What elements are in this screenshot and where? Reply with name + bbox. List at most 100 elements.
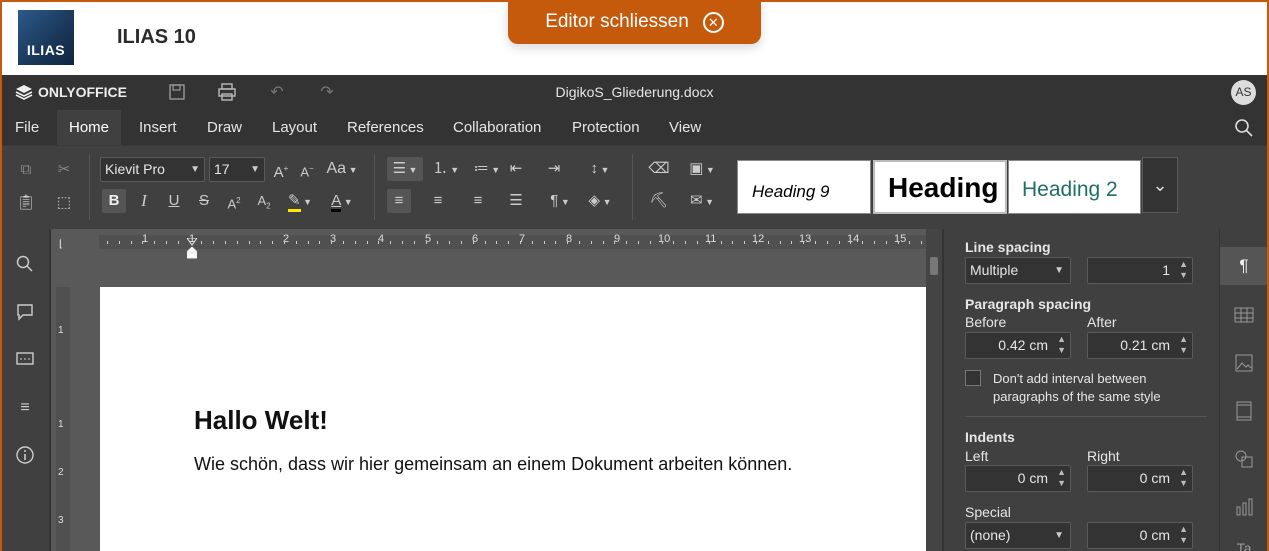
tab-view[interactable]: View — [657, 110, 713, 145]
highlight-color-icon[interactable]: ✎ ▼ — [282, 189, 318, 213]
document-page[interactable]: Hallo Welt! Wie schön, dass wir hier gem… — [100, 287, 928, 551]
mail-merge-icon[interactable]: ✉ ▼ — [684, 189, 720, 213]
superscript-icon[interactable]: A2 — [222, 189, 246, 213]
font-name-select[interactable]: Kievit Pro ▼ — [100, 157, 205, 182]
line-spacing-mode-select[interactable]: Multiple ▼ — [965, 257, 1071, 284]
underline-icon[interactable]: U — [162, 189, 186, 213]
tab-stop-icon[interactable]: ⌊ — [59, 239, 63, 250]
image-settings-icon[interactable] — [1220, 343, 1268, 381]
info-icon[interactable] — [14, 445, 36, 467]
document-paragraph[interactable]: Wie schön, dass wir hier gemeinsam an ei… — [194, 454, 792, 475]
cut-icon[interactable]: ✂ — [52, 158, 76, 182]
search-icon[interactable] — [14, 255, 36, 277]
nonprinting-characters-icon[interactable]: ¶ ▼ — [542, 189, 578, 213]
styles-expand-button[interactable]: ⌄ — [1142, 157, 1178, 213]
left-indent-marker[interactable] — [185, 246, 199, 259]
vertical-scrollbar[interactable] — [926, 229, 942, 551]
indent-right-input[interactable]: 0 cm ▲ ▼ — [1087, 465, 1193, 492]
search-icon[interactable] — [1234, 118, 1254, 138]
style-heading-9[interactable]: Heading 9 — [737, 160, 871, 214]
style-heading-2[interactable]: Heading 2 — [1008, 160, 1141, 214]
paragraph-settings-icon[interactable]: ¶ — [1220, 247, 1268, 285]
ruler-tick — [284, 241, 285, 244]
copy-icon[interactable]: ⧉ — [14, 158, 38, 182]
numbered-list-icon[interactable]: ⒈ ▼ — [428, 157, 464, 181]
paste-icon[interactable]: 📋︎ — [14, 191, 38, 215]
horizontal-ruler[interactable]: ⌊ 1 1 2 3 4 5 6 7 8 9 10 11 12 13 14 15 — [51, 229, 942, 259]
chevron-down-icon: ▼ — [1054, 530, 1064, 541]
bold-icon[interactable]: B — [102, 189, 126, 213]
bullet-list-icon[interactable]: ☰ ▼ — [387, 157, 423, 181]
ruler-tick — [874, 241, 875, 244]
vertical-ruler[interactable]: 1 1 2 3 — [51, 287, 80, 551]
strikethrough-icon[interactable]: S — [192, 189, 216, 213]
select-all-icon[interactable]: ⬚ — [52, 191, 76, 215]
first-line-indent-marker[interactable] — [186, 233, 198, 246]
chart-settings-icon[interactable] — [1220, 487, 1268, 525]
subscript-icon[interactable]: A2 — [252, 189, 276, 213]
change-case-icon[interactable]: Aa ▼ — [324, 157, 360, 181]
navigation-icon[interactable]: ≡ — [14, 397, 36, 419]
clear-style-icon[interactable]: ⌫ — [647, 157, 671, 181]
spinner-icon[interactable]: ▲ ▼ — [1057, 334, 1066, 356]
spacing-after-input[interactable]: 0.21 cm ▲ ▼ — [1087, 332, 1193, 359]
align-left-icon[interactable]: ≡ — [387, 189, 411, 213]
font-color-icon[interactable]: A ▼ — [324, 189, 360, 213]
line-spacing-value-input[interactable]: 1 ▲ ▼ — [1087, 257, 1193, 284]
tab-references[interactable]: References — [335, 110, 436, 145]
spinner-icon[interactable]: ▲ ▼ — [1179, 467, 1188, 489]
align-center-icon[interactable]: ≡ — [426, 189, 450, 213]
color-scheme-icon[interactable]: ▣ ▼ — [684, 157, 720, 181]
tab-collaboration[interactable]: Collaboration — [441, 110, 553, 145]
ruler-tick — [355, 241, 356, 244]
special-indent-value-input[interactable]: 0 cm ▲ ▼ — [1087, 522, 1193, 549]
ruler-tick — [638, 241, 639, 244]
ruler-tick — [709, 241, 710, 244]
onlyoffice-editor: ONLYOFFICE ↶ ↷ DigikoS_Gliederung.docx A… — [2, 75, 1268, 551]
ruler-number: 11 — [705, 233, 717, 245]
copy-style-icon[interactable]: ⛏ — [647, 189, 671, 213]
spinner-icon[interactable]: ▲ ▼ — [1179, 524, 1188, 546]
align-right-icon[interactable]: ≡ — [466, 189, 490, 213]
increase-indent-icon[interactable]: ⇥ — [542, 157, 566, 181]
line-spacing-icon[interactable]: ↕ ▼ — [582, 157, 618, 181]
ilias-logo[interactable]: ILIAS — [18, 10, 74, 65]
multilevel-list-icon[interactable]: ≔ ▼ — [469, 157, 505, 181]
ruler-tick — [591, 241, 592, 244]
no-interval-checkbox[interactable] — [965, 370, 981, 386]
decrease-font-icon[interactable]: A− — [295, 157, 319, 181]
decrease-indent-icon[interactable]: ⇤ — [504, 157, 528, 181]
document-heading[interactable]: Hallo Welt! — [194, 405, 328, 436]
indent-left-input[interactable]: 0 cm ▲ ▼ — [965, 465, 1071, 492]
close-editor-button[interactable]: Editor schliessen ✕ — [508, 0, 761, 44]
ilias-title: ILIAS 10 — [117, 26, 196, 48]
tab-layout[interactable]: Layout — [260, 110, 329, 145]
scrollbar-thumb[interactable] — [930, 257, 938, 275]
text-art-settings-icon[interactable]: Ta — [1220, 529, 1268, 551]
shading-icon[interactable]: ◈ ▼ — [582, 189, 618, 213]
tab-file[interactable]: File — [3, 110, 51, 145]
italic-icon[interactable]: I — [132, 189, 156, 213]
spinner-icon[interactable]: ▲ ▼ — [1179, 334, 1188, 356]
spinner-icon[interactable]: ▲ ▼ — [1057, 467, 1066, 489]
special-indent-select[interactable]: (none) ▼ — [965, 522, 1071, 549]
tab-home[interactable]: Home — [57, 110, 122, 145]
indent-left-label: Left — [965, 448, 989, 464]
header-footer-settings-icon[interactable] — [1220, 391, 1268, 429]
comments-icon[interactable] — [14, 303, 36, 325]
tab-draw[interactable]: Draw — [195, 110, 254, 145]
increase-font-icon[interactable]: A+ — [269, 157, 293, 181]
tab-protection[interactable]: Protection — [560, 110, 652, 145]
tab-insert[interactable]: Insert — [127, 110, 189, 145]
ruler-tick — [225, 241, 226, 244]
toolbar-separator — [89, 154, 90, 220]
shape-settings-icon[interactable] — [1220, 439, 1268, 477]
style-heading[interactable]: Heading — [873, 160, 1007, 214]
user-avatar[interactable]: AS — [1231, 80, 1256, 105]
spacing-before-input[interactable]: 0.42 cm ▲ ▼ — [965, 332, 1071, 359]
font-size-select[interactable]: 17 ▼ — [209, 157, 265, 182]
chat-icon[interactable] — [14, 351, 36, 373]
align-justify-icon[interactable]: ☰ — [504, 189, 528, 213]
spinner-icon[interactable]: ▲ ▼ — [1179, 259, 1188, 281]
table-settings-icon[interactable] — [1220, 295, 1268, 333]
